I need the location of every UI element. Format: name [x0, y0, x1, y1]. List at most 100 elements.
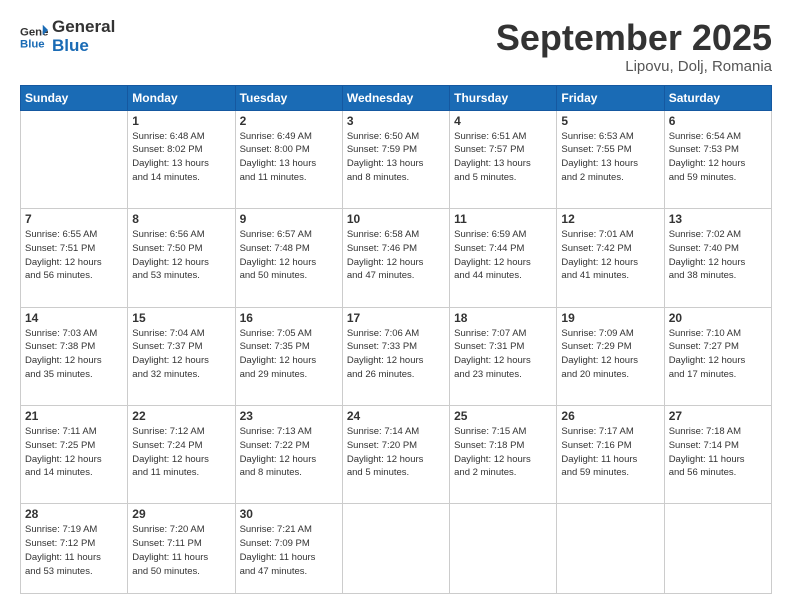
day-number: 3 — [347, 114, 445, 128]
day-number: 22 — [132, 409, 230, 423]
calendar-week-1: 1 Sunrise: 6:48 AM Sunset: 8:02 PM Daylig… — [21, 110, 772, 208]
day-info: Sunrise: 7:21 AM Sunset: 7:09 PM Dayligh… — [240, 523, 338, 578]
day-info: Sunrise: 6:54 AM Sunset: 7:53 PM Dayligh… — [669, 130, 767, 185]
logo-icon: General Blue — [20, 23, 48, 51]
day-info: Sunrise: 6:50 AM Sunset: 7:59 PM Dayligh… — [347, 130, 445, 185]
day-info: Sunrise: 7:18 AM Sunset: 7:14 PM Dayligh… — [669, 425, 767, 480]
weekday-header-wednesday: Wednesday — [342, 85, 449, 110]
day-number: 10 — [347, 212, 445, 226]
weekday-header-tuesday: Tuesday — [235, 85, 342, 110]
calendar-cell: 12Sunrise: 7:01 AM Sunset: 7:42 PM Dayli… — [557, 209, 664, 307]
day-number: 23 — [240, 409, 338, 423]
calendar-cell: 5 Sunrise: 6:53 AM Sunset: 7:55 PM Daylig… — [557, 110, 664, 208]
day-info: Sunrise: 7:15 AM Sunset: 7:18 PM Dayligh… — [454, 425, 552, 480]
day-number: 5 — [561, 114, 659, 128]
weekday-header-sunday: Sunday — [21, 85, 128, 110]
calendar-cell: 16 Sunrise: 7:05 AM Sunset: 7:35 PM Dayli… — [235, 307, 342, 405]
calendar-cell: 6 Sunrise: 6:54 AM Sunset: 7:53 PM Daylig… — [664, 110, 771, 208]
day-info: Sunrise: 6:59 AM Sunset: 7:44 PM Dayligh… — [454, 228, 552, 283]
day-number: 7 — [25, 212, 123, 226]
weekday-header-friday: Friday — [557, 85, 664, 110]
day-info: Sunrise: 7:19 AM Sunset: 7:12 PM Dayligh… — [25, 523, 123, 578]
calendar-cell — [21, 110, 128, 208]
day-info: Sunrise: 7:20 AM Sunset: 7:11 PM Dayligh… — [132, 523, 230, 578]
calendar-cell: 21 Sunrise: 7:11 AM Sunset: 7:25 PM Dayli… — [21, 406, 128, 504]
day-info: Sunrise: 6:57 AM Sunset: 7:48 PM Dayligh… — [240, 228, 338, 283]
day-number: 16 — [240, 311, 338, 325]
day-number: 29 — [132, 507, 230, 521]
calendar-cell: 14 Sunrise: 7:03 AM Sunset: 7:38 PM Dayli… — [21, 307, 128, 405]
day-number: 11 — [454, 212, 552, 226]
day-number: 24 — [347, 409, 445, 423]
calendar-cell — [664, 504, 771, 594]
day-info: Sunrise: 6:58 AM Sunset: 7:46 PM Dayligh… — [347, 228, 445, 283]
day-number: 2 — [240, 114, 338, 128]
day-info: Sunrise: 7:09 AM Sunset: 7:29 PM Dayligh… — [561, 327, 659, 382]
calendar-table: SundayMondayTuesdayWednesdayThursdayFrid… — [20, 85, 772, 594]
weekday-header-thursday: Thursday — [450, 85, 557, 110]
svg-text:Blue: Blue — [20, 38, 45, 50]
calendar-cell — [557, 504, 664, 594]
calendar-week-4: 21 Sunrise: 7:11 AM Sunset: 7:25 PM Dayli… — [21, 406, 772, 504]
day-number: 18 — [454, 311, 552, 325]
day-info: Sunrise: 7:17 AM Sunset: 7:16 PM Dayligh… — [561, 425, 659, 480]
page: General Blue General Blue September 2025… — [0, 0, 792, 612]
day-number: 20 — [669, 311, 767, 325]
calendar-cell: 18 Sunrise: 7:07 AM Sunset: 7:31 PM Dayli… — [450, 307, 557, 405]
logo-general: General — [52, 18, 115, 37]
day-number: 6 — [669, 114, 767, 128]
day-info: Sunrise: 6:48 AM Sunset: 8:02 PM Dayligh… — [132, 130, 230, 185]
weekday-header-row: SundayMondayTuesdayWednesdayThursdayFrid… — [21, 85, 772, 110]
day-info: Sunrise: 7:13 AM Sunset: 7:22 PM Dayligh… — [240, 425, 338, 480]
day-number: 1 — [132, 114, 230, 128]
calendar-cell: 30 Sunrise: 7:21 AM Sunset: 7:09 PM Dayli… — [235, 504, 342, 594]
calendar-cell: 22 Sunrise: 7:12 AM Sunset: 7:24 PM Dayli… — [128, 406, 235, 504]
calendar-cell: 9Sunrise: 6:57 AM Sunset: 7:48 PM Daylig… — [235, 209, 342, 307]
day-info: Sunrise: 7:10 AM Sunset: 7:27 PM Dayligh… — [669, 327, 767, 382]
day-number: 30 — [240, 507, 338, 521]
day-number: 25 — [454, 409, 552, 423]
location: Lipovu, Dolj, Romania — [496, 58, 772, 75]
day-info: Sunrise: 7:14 AM Sunset: 7:20 PM Dayligh… — [347, 425, 445, 480]
weekday-header-saturday: Saturday — [664, 85, 771, 110]
calendar-cell: 25 Sunrise: 7:15 AM Sunset: 7:18 PM Dayli… — [450, 406, 557, 504]
day-info: Sunrise: 7:05 AM Sunset: 7:35 PM Dayligh… — [240, 327, 338, 382]
day-number: 8 — [132, 212, 230, 226]
day-number: 14 — [25, 311, 123, 325]
day-number: 15 — [132, 311, 230, 325]
day-info: Sunrise: 6:53 AM Sunset: 7:55 PM Dayligh… — [561, 130, 659, 185]
calendar-cell: 17Sunrise: 7:06 AM Sunset: 7:33 PM Dayli… — [342, 307, 449, 405]
weekday-header-monday: Monday — [128, 85, 235, 110]
calendar-week-2: 7 Sunrise: 6:55 AM Sunset: 7:51 PM Daylig… — [21, 209, 772, 307]
calendar-cell — [342, 504, 449, 594]
day-number: 28 — [25, 507, 123, 521]
day-info: Sunrise: 7:03 AM Sunset: 7:38 PM Dayligh… — [25, 327, 123, 382]
logo-blue: Blue — [52, 37, 115, 56]
calendar-cell: 19 Sunrise: 7:09 AM Sunset: 7:29 PM Dayli… — [557, 307, 664, 405]
calendar-cell: 4Sunrise: 6:51 AM Sunset: 7:57 PM Daylig… — [450, 110, 557, 208]
calendar-cell: 15 Sunrise: 7:04 AM Sunset: 7:37 PM Dayli… — [128, 307, 235, 405]
calendar-cell: 26 Sunrise: 7:17 AM Sunset: 7:16 PM Dayli… — [557, 406, 664, 504]
day-info: Sunrise: 7:02 AM Sunset: 7:40 PM Dayligh… — [669, 228, 767, 283]
day-info: Sunrise: 6:55 AM Sunset: 7:51 PM Dayligh… — [25, 228, 123, 283]
day-info: Sunrise: 7:04 AM Sunset: 7:37 PM Dayligh… — [132, 327, 230, 382]
title-block: September 2025 Lipovu, Dolj, Romania — [496, 18, 772, 75]
day-number: 26 — [561, 409, 659, 423]
calendar-cell: 23 Sunrise: 7:13 AM Sunset: 7:22 PM Dayli… — [235, 406, 342, 504]
day-number: 27 — [669, 409, 767, 423]
calendar-cell: 3 Sunrise: 6:50 AM Sunset: 7:59 PM Daylig… — [342, 110, 449, 208]
calendar-cell: 11 Sunrise: 6:59 AM Sunset: 7:44 PM Dayli… — [450, 209, 557, 307]
day-number: 19 — [561, 311, 659, 325]
calendar-cell: 29 Sunrise: 7:20 AM Sunset: 7:11 PM Dayli… — [128, 504, 235, 594]
day-number: 12 — [561, 212, 659, 226]
calendar-cell: 8Sunrise: 6:56 AM Sunset: 7:50 PM Daylig… — [128, 209, 235, 307]
calendar-cell: 20 Sunrise: 7:10 AM Sunset: 7:27 PM Dayli… — [664, 307, 771, 405]
day-info: Sunrise: 6:51 AM Sunset: 7:57 PM Dayligh… — [454, 130, 552, 185]
day-number: 21 — [25, 409, 123, 423]
header: General Blue General Blue September 2025… — [20, 18, 772, 75]
calendar-cell — [450, 504, 557, 594]
day-info: Sunrise: 7:11 AM Sunset: 7:25 PM Dayligh… — [25, 425, 123, 480]
day-info: Sunrise: 7:07 AM Sunset: 7:31 PM Dayligh… — [454, 327, 552, 382]
calendar-week-3: 14 Sunrise: 7:03 AM Sunset: 7:38 PM Dayli… — [21, 307, 772, 405]
day-info: Sunrise: 7:12 AM Sunset: 7:24 PM Dayligh… — [132, 425, 230, 480]
